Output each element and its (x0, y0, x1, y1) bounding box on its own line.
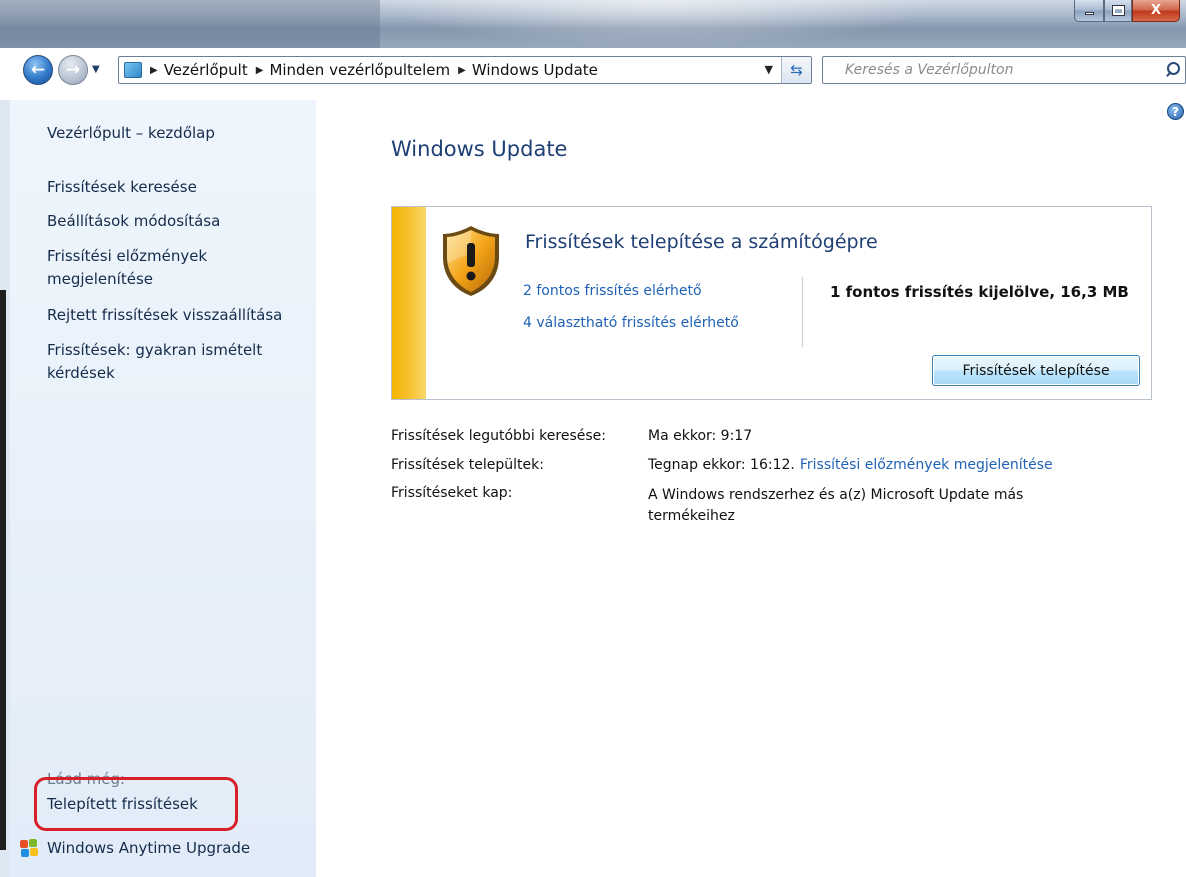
window-edge-shadow (0, 290, 6, 850)
address-bar[interactable]: ▶ Vezérlőpult ▶ Minden vezérlőpultelem ▶… (118, 56, 812, 84)
optional-updates-link[interactable]: 4 választható frissítés elérhető (523, 315, 739, 331)
installed-updates-link[interactable]: Telepített frissítések (47, 793, 307, 816)
receive-label: Frissítéseket kap: (391, 485, 513, 501)
maximize-icon (1111, 5, 1125, 16)
important-updates-link[interactable]: 2 fontos frissítés elérhető (523, 283, 702, 299)
glass-glow (380, 0, 940, 48)
status-stripe (392, 207, 426, 399)
breadcrumb-separator-icon[interactable]: ▶ (150, 65, 158, 76)
search-input[interactable] (823, 58, 1161, 82)
glass-shade (0, 0, 380, 48)
sidebar-item-change-settings[interactable]: Beállítások módosítása (47, 210, 307, 233)
installed-label: Frissítések települtek: (391, 457, 544, 473)
minimize-icon (1084, 12, 1094, 15)
window-controls: X (1074, 0, 1180, 22)
page-title: Windows Update (391, 137, 568, 161)
window-left-edge (0, 100, 10, 877)
breadcrumb-windows-update[interactable]: Windows Update (472, 61, 598, 79)
sidebar-item-faq[interactable]: Frissítések: gyakran ismételt kérdések (47, 339, 287, 385)
control-panel-icon (124, 62, 142, 78)
last-check-label: Frissítések legutóbbi keresése: (391, 428, 606, 444)
panel-divider (802, 277, 803, 347)
update-status-panel: Frissítések telepítése a számítógépre 2 … (391, 206, 1152, 400)
help-icon[interactable]: ? (1167, 103, 1184, 120)
minimize-button[interactable] (1074, 0, 1104, 22)
receive-value: A Windows rendszerhez és a(z) Microsoft … (648, 487, 1024, 524)
windows-anytime-upgrade-link[interactable]: Windows Anytime Upgrade (47, 837, 307, 860)
breadcrumb-control-panel[interactable]: Vezérlőpult (164, 61, 248, 79)
installed-value: Tegnap ekkor: 16:12. (648, 457, 795, 473)
install-updates-button[interactable]: Frissítések telepítése (932, 355, 1140, 386)
maximize-button[interactable] (1104, 0, 1132, 22)
installed-row: Tegnap ekkor: 16:12. Frissítési előzménye… (648, 457, 1053, 473)
back-button[interactable]: ← (23, 55, 53, 85)
close-button[interactable]: X (1132, 0, 1180, 22)
sidebar-item-update-history[interactable]: Frissítési előzmények megjelenítése (47, 245, 247, 291)
refresh-icon: ⇆ (790, 61, 803, 79)
recent-pages-dropdown[interactable]: ▼ (92, 64, 100, 75)
title-bar: X (0, 0, 1186, 48)
selected-updates-summary: 1 fontos frissítés kijelölve, 16,3 MB (830, 283, 1129, 301)
control-panel-home-link[interactable]: Vezérlőpult – kezdőlap (47, 122, 307, 145)
warning-shield-icon (443, 226, 499, 296)
sidebar-item-restore-hidden[interactable]: Rejtett frissítések visszaállítása (47, 304, 307, 327)
breadcrumb-separator-icon[interactable]: ▶ (458, 65, 466, 76)
refresh-button[interactable]: ⇆ (781, 57, 811, 83)
address-dropdown-icon[interactable]: ▼ (765, 63, 773, 76)
arrow-right-icon: → (65, 60, 81, 80)
panel-heading: Frissítések telepítése a számítógépre (525, 231, 878, 253)
search-icon[interactable] (1161, 58, 1185, 82)
close-icon: X (1150, 3, 1162, 18)
last-check-value: Ma ekkor: 9:17 (648, 428, 753, 444)
view-update-history-link[interactable]: Frissítési előzmények megjelenítése (800, 457, 1053, 473)
arrow-left-icon: ← (30, 60, 46, 80)
breadcrumb-all-items[interactable]: Minden vezérlőpultelem (269, 61, 450, 79)
sidebar-item-check-updates[interactable]: Frissítések keresése (47, 176, 307, 199)
search-box[interactable] (822, 56, 1186, 84)
forward-button[interactable]: → (58, 55, 88, 85)
windows-logo-icon (20, 839, 38, 857)
breadcrumb-separator-icon[interactable]: ▶ (256, 65, 264, 76)
